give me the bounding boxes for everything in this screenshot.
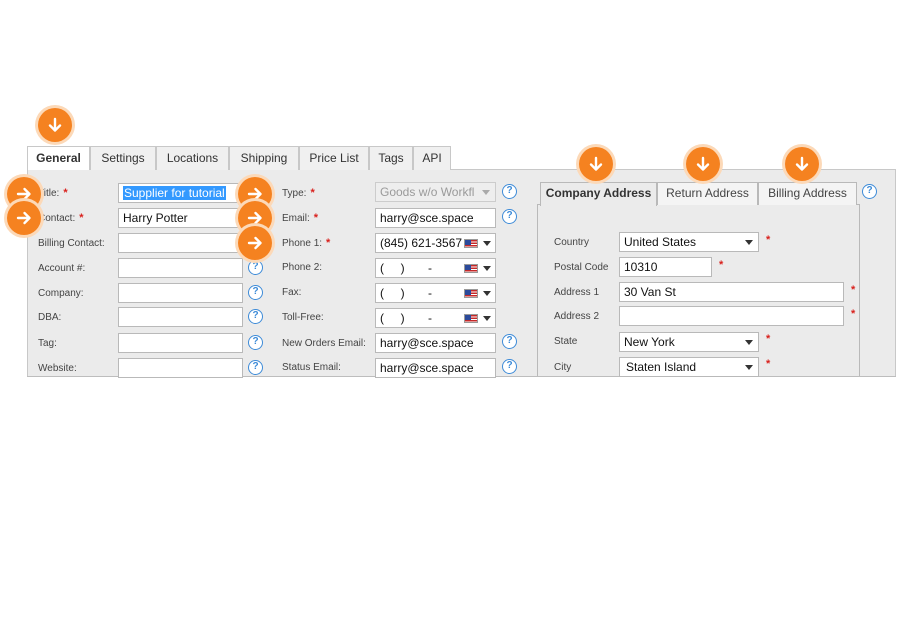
website-label: Website: (38, 363, 77, 374)
chevron-down-icon (745, 365, 753, 370)
city-label: City (554, 362, 572, 373)
address-box-left (537, 204, 538, 376)
postal-code-input[interactable]: 10310 (619, 257, 712, 277)
tollfree-label: Toll-Free: (282, 312, 324, 323)
company-input[interactable] (118, 283, 243, 303)
us-flag-icon (464, 239, 478, 248)
phone2-label: Phone 2: (282, 262, 323, 273)
address-help-icon[interactable]: ? (862, 184, 877, 199)
required-mark: * (719, 259, 724, 271)
required-mark: * (851, 284, 856, 296)
required-mark: * (851, 308, 856, 320)
chevron-down-icon (745, 240, 753, 245)
tag-help-icon[interactable]: ? (248, 335, 263, 350)
email-label: Email: * (282, 212, 319, 224)
arrow-right-icon (238, 226, 272, 260)
fax-input[interactable]: ( ) - (375, 283, 496, 303)
new-orders-email-help-icon[interactable]: ? (502, 334, 517, 349)
type-label: Type: * (282, 187, 315, 199)
phone2-input[interactable]: ( ) - (375, 258, 496, 278)
website-help-icon[interactable]: ? (248, 360, 263, 375)
status-email-help-icon[interactable]: ? (502, 359, 517, 374)
us-flag-icon (464, 289, 478, 298)
tab-company-address[interactable]: Company Address (540, 182, 657, 206)
email-help-icon[interactable]: ? (502, 209, 517, 224)
address2-input[interactable] (619, 306, 844, 326)
required-mark: * (766, 333, 771, 345)
status-email-label: Status Email: (282, 362, 341, 373)
dba-help-icon[interactable]: ? (248, 309, 263, 324)
tag-label: Tag: (38, 338, 57, 349)
fax-label: Fax: (282, 287, 302, 298)
tab-billing-address[interactable]: Billing Address (758, 182, 857, 205)
required-mark: * (766, 234, 771, 246)
phone1-input[interactable]: (845) 621-3567 (375, 233, 496, 253)
address1-label: Address 1 (554, 287, 600, 298)
phone1-label: Phone 1: * (282, 237, 331, 249)
required-mark: * (766, 358, 771, 370)
title-input[interactable]: Supplier for tutorial (118, 183, 243, 203)
status-email-input[interactable]: harry@sce.space (375, 358, 496, 378)
company-help-icon[interactable]: ? (248, 285, 263, 300)
billing-contact-label: Billing Contact: (38, 238, 105, 249)
state-label: State (554, 336, 578, 347)
tab-locations[interactable]: Locations (156, 146, 229, 170)
account-label: Account #: (38, 263, 86, 274)
us-flag-icon (464, 314, 478, 323)
contact-label: Contact: * (38, 212, 84, 224)
arrow-down-icon (579, 147, 613, 181)
tab-shipping[interactable]: Shipping (229, 146, 299, 170)
account-help-icon[interactable]: ? (248, 260, 263, 275)
dba-input[interactable] (118, 307, 243, 327)
dba-label: DBA: (38, 312, 62, 323)
chevron-down-icon[interactable] (483, 266, 491, 271)
address2-label: Address 2 (554, 311, 600, 322)
address1-input[interactable]: 30 Van St (619, 282, 844, 302)
postal-code-label: Postal Code (554, 262, 609, 273)
new-orders-email-input[interactable]: harry@sce.space (375, 333, 496, 353)
country-label: Country (554, 237, 590, 248)
title-label: Title: * (38, 187, 68, 199)
chevron-down-icon[interactable] (483, 241, 491, 246)
address-box-right (859, 204, 860, 376)
chevron-down-icon (482, 190, 490, 195)
tag-input[interactable] (118, 333, 243, 353)
contact-input[interactable]: Harry Potter (118, 208, 243, 228)
website-input[interactable] (118, 358, 243, 378)
tab-return-address[interactable]: Return Address (657, 182, 758, 205)
tollfree-input[interactable]: ( ) - (375, 308, 496, 328)
tab-api[interactable]: API (413, 146, 451, 170)
tab-general[interactable]: General (27, 146, 90, 171)
chevron-down-icon[interactable] (483, 316, 491, 321)
arrow-down-icon (785, 147, 819, 181)
tab-tags[interactable]: Tags (369, 146, 413, 170)
email-input[interactable]: harry@sce.space (375, 208, 496, 228)
tab-price-list[interactable]: Price List (299, 146, 369, 170)
arrow-down-icon (686, 147, 720, 181)
company-label: Company: (38, 288, 84, 299)
account-input[interactable] (118, 258, 243, 278)
state-select[interactable]: New York (619, 332, 759, 352)
tab-settings[interactable]: Settings (90, 146, 156, 170)
arrow-right-icon (7, 201, 41, 235)
chevron-down-icon[interactable] (483, 291, 491, 296)
us-flag-icon (464, 264, 478, 273)
arrow-down-icon (38, 108, 72, 142)
type-help-icon[interactable]: ? (502, 184, 517, 199)
city-select[interactable]: Staten Island (619, 357, 759, 377)
country-select[interactable]: United States (619, 232, 759, 252)
type-select[interactable]: Goods w/o Workfl (375, 182, 496, 202)
new-orders-email-label: New Orders Email: (282, 338, 366, 349)
chevron-down-icon (745, 340, 753, 345)
billing-contact-input[interactable] (118, 233, 243, 253)
